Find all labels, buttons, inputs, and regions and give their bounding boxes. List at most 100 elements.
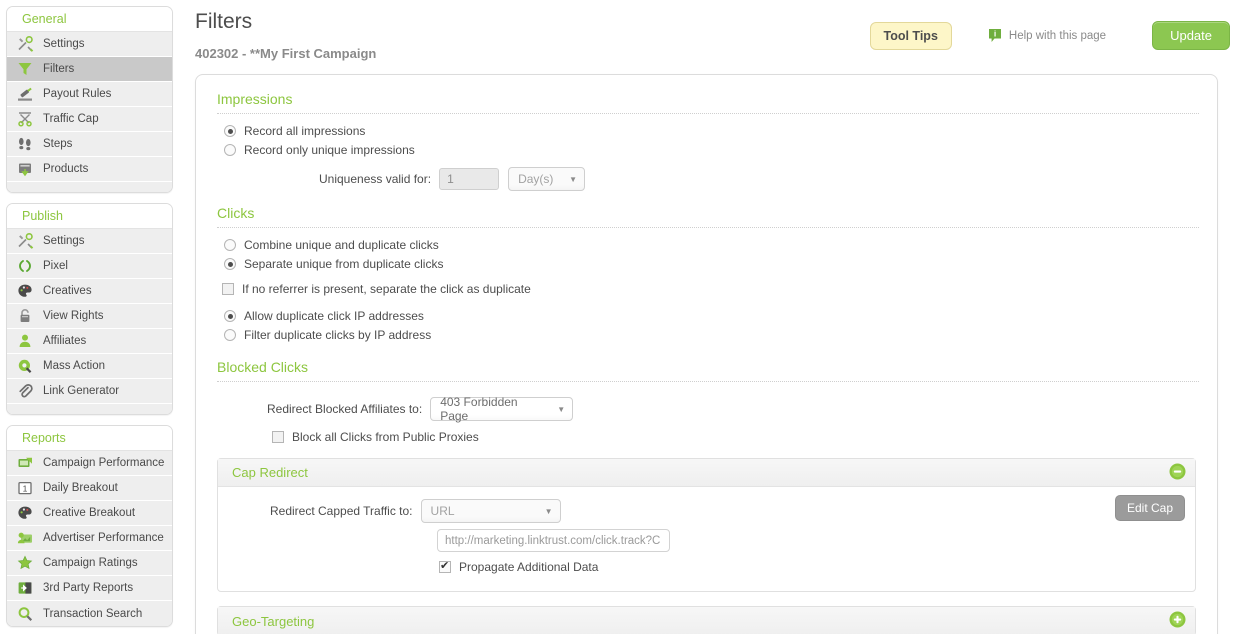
impressions-section-title: Impressions <box>217 91 293 107</box>
svg-text:i: i <box>994 28 996 38</box>
minus-circle-icon[interactable] <box>1169 463 1186 483</box>
sidebar-item-pixel[interactable]: Pixel <box>7 254 172 279</box>
combine-clicks-label[interactable]: Combine unique and duplicate clicks <box>244 238 439 252</box>
sidebar-item-label: Mass Action <box>43 360 105 372</box>
caret-down-icon: ▼ <box>544 506 553 516</box>
sidebar-item-3rd-party-reports[interactable]: 3rd Party Reports <box>7 576 172 601</box>
no-referrer-option[interactable]: If no referrer is present, separate the … <box>222 282 1199 296</box>
block-proxies-label[interactable]: Block all Clicks from Public Proxies <box>292 430 479 444</box>
geo-targeting-header[interactable]: Geo-Targeting <box>218 607 1195 634</box>
record-all-impressions-label[interactable]: Record all impressions <box>244 124 365 138</box>
scissors-icon <box>15 110 35 128</box>
sidebar-item-view-rights[interactable]: View Rights <box>7 304 172 329</box>
allow-duplicate-ip-option[interactable]: Allow duplicate click IP addresses <box>224 309 1199 323</box>
sidebar-item-mass-action[interactable]: Mass Action <box>7 354 172 379</box>
palette-icon <box>15 504 35 522</box>
palette-icon <box>15 282 35 300</box>
uniqueness-value-input[interactable] <box>439 168 500 190</box>
sidebar-item-steps[interactable]: Steps <box>7 132 172 157</box>
uniqueness-label: Uniqueness valid for: <box>319 172 432 186</box>
filters-panel: Impressions Record all impressions Recor… <box>195 74 1218 634</box>
block-proxies-checkbox[interactable] <box>272 431 284 443</box>
propagate-data-checkbox[interactable] <box>439 559 451 573</box>
sidebar-item-campaign-performance[interactable]: Campaign Performance <box>7 451 172 476</box>
sidebar-item-label: Payout Rules <box>43 88 112 100</box>
export-icon <box>15 579 35 597</box>
filter-duplicate-ip-option[interactable]: Filter duplicate clicks by IP address <box>224 328 1199 342</box>
cap-url-input[interactable] <box>437 529 670 552</box>
separate-clicks-radio[interactable] <box>224 258 236 270</box>
sidebar: General Settings Filters Payout Rules Tr… <box>0 0 179 634</box>
uniqueness-unit-value: Day(s) <box>518 172 554 186</box>
help-with-this-page-link[interactable]: i Help with this page <box>988 28 1106 43</box>
footprints-icon <box>15 135 35 153</box>
sidebar-item-label: Creative Breakout <box>43 507 136 519</box>
redirect-blocked-value: 403 Forbidden Page <box>440 395 518 423</box>
caret-down-icon: ▼ <box>557 404 566 414</box>
sidebar-item-label: Settings <box>43 235 85 247</box>
section-divider <box>217 227 1199 228</box>
sidebar-item-settings-general[interactable]: Settings <box>7 32 172 57</box>
no-referrer-label[interactable]: If no referrer is present, separate the … <box>242 282 531 296</box>
sidebar-group-title-general: General <box>7 7 172 32</box>
combine-clicks-radio[interactable] <box>224 239 236 251</box>
update-button[interactable]: Update <box>1152 21 1230 50</box>
combine-clicks-option[interactable]: Combine unique and duplicate clicks <box>224 238 1199 252</box>
box-download-icon <box>15 160 35 178</box>
cap-redirect-body: Edit Cap Redirect Capped Traffic to: URL… <box>218 487 1195 591</box>
record-unique-impressions-radio[interactable] <box>224 144 236 156</box>
sidebar-item-creative-breakout[interactable]: Creative Breakout <box>7 501 172 526</box>
propagate-data-label[interactable]: Propagate Additional Data <box>459 560 598 574</box>
sidebar-item-label: Filters <box>43 63 75 75</box>
sidebar-item-transaction-search[interactable]: Transaction Search <box>7 601 172 626</box>
sidebar-item-filters[interactable]: Filters <box>7 57 172 82</box>
geo-targeting-section: Geo-Targeting <box>217 606 1196 634</box>
allow-duplicate-ip-label[interactable]: Allow duplicate click IP addresses <box>244 309 424 323</box>
separate-clicks-label[interactable]: Separate unique from duplicate clicks <box>244 257 443 271</box>
cap-redirect-header[interactable]: Cap Redirect <box>218 459 1195 487</box>
filters-panel-body: Impressions Record all impressions Recor… <box>196 75 1217 634</box>
redirect-capped-value: URL <box>430 504 455 518</box>
sidebar-item-traffic-cap[interactable]: Traffic Cap <box>7 107 172 132</box>
sidebar-item-label: Products <box>43 163 89 175</box>
tool-tips-button[interactable]: Tool Tips <box>869 21 952 50</box>
sidebar-item-payout-rules[interactable]: Payout Rules <box>7 82 172 107</box>
separate-clicks-option[interactable]: Separate unique from duplicate clicks <box>224 257 1199 271</box>
sidebar-item-label: Campaign Ratings <box>43 557 138 569</box>
header-actions: Tool Tips i Help with this page Update <box>869 21 1230 50</box>
redirect-blocked-label: Redirect Blocked Affiliates to: <box>267 402 423 416</box>
filter-duplicate-ip-label[interactable]: Filter duplicate clicks by IP address <box>244 328 431 342</box>
record-all-impressions-radio[interactable] <box>224 125 236 137</box>
allow-duplicate-ip-radio[interactable] <box>224 310 236 322</box>
sidebar-item-products[interactable]: Products <box>7 157 172 182</box>
sidebar-item-label: Advertiser Performance <box>43 532 164 544</box>
sidebar-item-creatives[interactable]: Creatives <box>7 279 172 304</box>
record-unique-impressions-option[interactable]: Record only unique impressions <box>224 143 1199 157</box>
sidebar-item-campaign-ratings[interactable]: Campaign Ratings <box>7 551 172 576</box>
tools-icon <box>15 232 35 250</box>
redirect-blocked-row: Redirect Blocked Affiliates to: 403 Forb… <box>267 395 1199 423</box>
sidebar-item-link-generator[interactable]: Link Generator <box>7 379 172 404</box>
record-all-impressions-option[interactable]: Record all impressions <box>224 124 1199 138</box>
sidebar-group-reports: Reports Campaign Performance 1 Daily Bre… <box>6 425 173 627</box>
edit-cap-button[interactable]: Edit Cap <box>1114 495 1185 521</box>
star-icon <box>15 554 35 572</box>
sidebar-item-daily-breakout[interactable]: 1 Daily Breakout <box>7 476 172 501</box>
sidebar-item-settings-publish[interactable]: Settings <box>7 229 172 254</box>
sidebar-group-tail <box>7 404 172 414</box>
redirect-blocked-select[interactable]: 403 Forbidden Page ▼ <box>430 395 574 423</box>
page-header: Filters 402302 - **My First Campaign Too… <box>187 0 1230 74</box>
app-root: General Settings Filters Payout Rules Tr… <box>0 0 1242 634</box>
sidebar-item-advertiser-performance[interactable]: Advertiser Performance <box>7 526 172 551</box>
tools-icon <box>15 35 35 53</box>
block-proxies-option[interactable]: Block all Clicks from Public Proxies <box>272 430 1199 444</box>
propagate-data-option[interactable]: Propagate Additional Data <box>439 559 1195 574</box>
filter-duplicate-ip-radio[interactable] <box>224 329 236 341</box>
plus-circle-icon[interactable] <box>1169 611 1186 631</box>
no-referrer-checkbox[interactable] <box>222 283 234 295</box>
record-unique-impressions-label[interactable]: Record only unique impressions <box>244 143 415 157</box>
sidebar-item-label: Traffic Cap <box>43 113 99 125</box>
sidebar-item-affiliates[interactable]: Affiliates <box>7 329 172 354</box>
uniqueness-unit-select[interactable]: Day(s) ▼ <box>508 167 586 191</box>
redirect-capped-select[interactable]: URL ▼ <box>420 499 561 523</box>
